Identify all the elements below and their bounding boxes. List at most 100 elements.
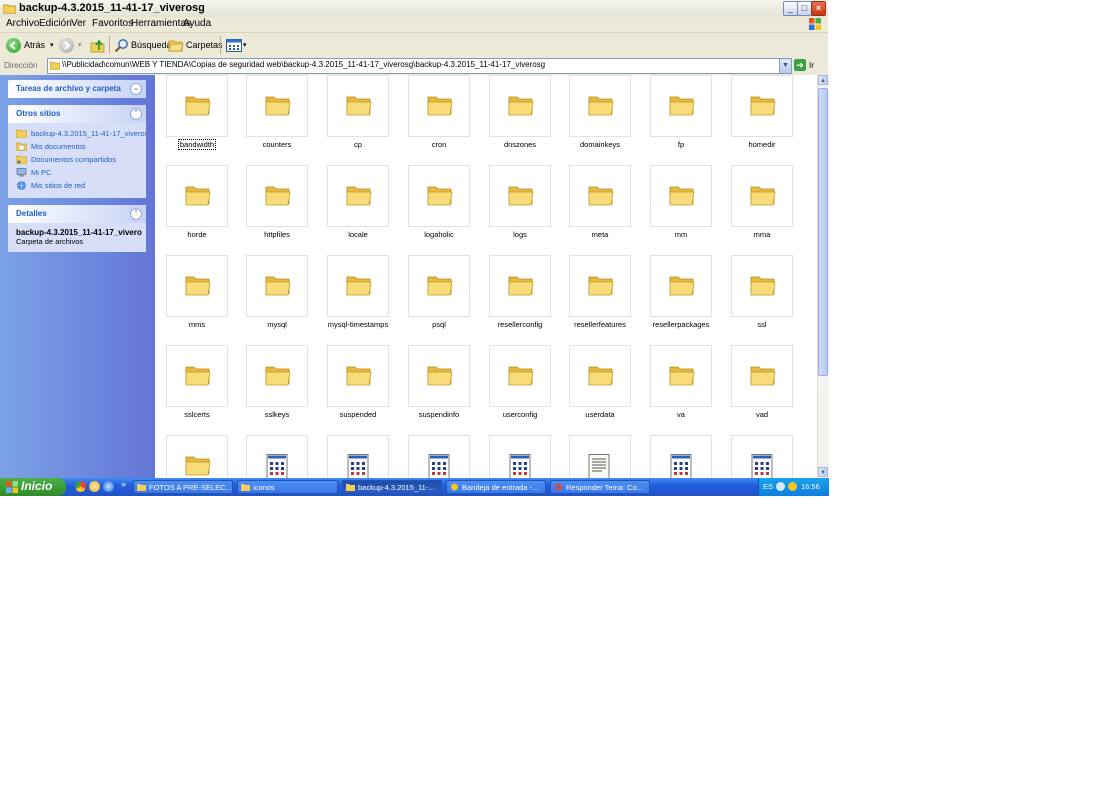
- views-dropdown-icon[interactable]: ▾: [243, 41, 247, 49]
- scroll-up-icon[interactable]: ▲: [818, 75, 828, 85]
- other-place-item[interactable]: Mis sitios de red: [16, 179, 146, 192]
- taskbar-item[interactable]: Responder Tema: Co...: [550, 480, 650, 494]
- folder-item[interactable]: mms: [166, 255, 228, 329]
- folder-item[interactable]: userdata: [569, 345, 631, 419]
- folder-item[interactable]: httpfiles: [246, 165, 308, 239]
- expand-icon[interactable]: ⌄: [130, 83, 142, 95]
- folder-item[interactable]: fp: [650, 75, 712, 149]
- folders-button[interactable]: Carpetas: [168, 36, 223, 54]
- menu-ver[interactable]: Ver: [71, 18, 86, 29]
- file-item[interactable]: [650, 435, 712, 478]
- search-button[interactable]: Búsqueda: [114, 36, 172, 54]
- menu-edicion[interactable]: Edición: [39, 18, 72, 29]
- folder-item[interactable]: mysql: [246, 255, 308, 329]
- ie-icon[interactable]: [103, 481, 114, 492]
- vertical-scrollbar[interactable]: ▲ ▼: [817, 75, 829, 478]
- title-bar[interactable]: backup-4.3.2015_11-41-17_viverosg _ □ ×: [0, 0, 828, 18]
- back-button[interactable]: Atrás ▾: [6, 36, 54, 54]
- folder-item[interactable]: mm: [650, 165, 712, 239]
- other-place-item[interactable]: Documentos compartidos: [16, 153, 146, 166]
- taskbar-item[interactable]: FOTOS A PRE-SELEC...: [133, 480, 233, 494]
- folder-item[interactable]: logaholic: [408, 165, 470, 239]
- up-folder-button[interactable]: [90, 36, 105, 54]
- folder-item[interactable]: userconfig: [489, 345, 551, 419]
- folder-item[interactable]: ssl: [731, 255, 793, 329]
- file-name-label: userconfig: [502, 410, 538, 419]
- tasks-panel-header[interactable]: Tareas de archivo y carpeta ⌄: [8, 80, 146, 98]
- folder-item[interactable]: dnszones: [489, 75, 551, 149]
- folder-item[interactable]: cron: [408, 75, 470, 149]
- address-bar: Dirección \\Publicidad\comun\WEB Y TIEND…: [0, 57, 828, 75]
- folder-item[interactable]: mysql-timestamps: [327, 255, 389, 329]
- folder-item[interactable]: homedir: [731, 75, 793, 149]
- folder-icon: [408, 345, 470, 407]
- messenger-icon[interactable]: [788, 482, 797, 491]
- folder-item[interactable]: domainkeys: [569, 75, 631, 149]
- menu-archivo[interactable]: Archivo: [6, 18, 39, 29]
- network-status-icon[interactable]: [776, 482, 785, 491]
- back-dropdown-icon[interactable]: ▾: [50, 41, 54, 49]
- file-item[interactable]: [246, 435, 308, 478]
- taskbar-item[interactable]: iconos: [237, 480, 338, 494]
- toolbar: Atrás ▾ ▾ Búsqueda Carpetas ▾: [0, 33, 828, 58]
- folder-item[interactable]: mma: [731, 165, 793, 239]
- language-indicator[interactable]: ES: [763, 482, 773, 491]
- folder-item[interactable]: locale: [327, 165, 389, 239]
- folder-item[interactable]: suspendinfo: [408, 345, 470, 419]
- menu-favoritos[interactable]: Favoritos: [92, 18, 133, 29]
- quicklaunch-more-icon[interactable]: »: [121, 479, 126, 489]
- views-button[interactable]: ▾: [226, 36, 247, 54]
- clock[interactable]: 16:56: [801, 482, 820, 491]
- go-arrow-icon[interactable]: ➜: [794, 59, 806, 71]
- folder-item[interactable]: resellerpackages: [650, 255, 712, 329]
- other-places-header[interactable]: Otros sitios ⌃: [8, 105, 146, 123]
- folder-item[interactable]: [166, 435, 228, 478]
- maximize-button[interactable]: □: [797, 1, 812, 16]
- go-button[interactable]: Ir: [809, 61, 814, 70]
- windows-logo-icon: [809, 18, 821, 30]
- file-item[interactable]: [569, 435, 631, 478]
- folder-item[interactable]: va: [650, 345, 712, 419]
- file-item[interactable]: [327, 435, 389, 478]
- file-item[interactable]: [489, 435, 551, 478]
- folder-item[interactable]: vad: [731, 345, 793, 419]
- details-header[interactable]: Detalles ⌃: [8, 205, 146, 223]
- folder-item[interactable]: psql: [408, 255, 470, 329]
- folder-item[interactable]: resellerfeatures: [569, 255, 631, 329]
- folder-item[interactable]: cp: [327, 75, 389, 149]
- other-place-item[interactable]: backup-4.3.2015_11-41-17_viverosg: [16, 127, 146, 140]
- collapse-icon[interactable]: ⌃: [130, 108, 142, 120]
- folder-icon: [650, 165, 712, 227]
- menu-ayuda[interactable]: Ayuda: [183, 18, 211, 29]
- folder-item[interactable]: sslkeys: [246, 345, 308, 419]
- mail-icon[interactable]: [89, 481, 100, 492]
- folder-item[interactable]: horde: [166, 165, 228, 239]
- forward-button[interactable]: ▾: [59, 36, 82, 54]
- close-button[interactable]: ×: [811, 1, 826, 16]
- minimize-button[interactable]: _: [783, 1, 798, 16]
- other-place-item[interactable]: Mis documentos: [16, 140, 146, 153]
- start-button[interactable]: Inicio: [0, 478, 66, 496]
- folder-item[interactable]: bandwidth: [166, 75, 228, 150]
- address-dropdown-icon[interactable]: ▼: [779, 59, 791, 73]
- file-view[interactable]: bandwidth counters cp cron dnszones domainkey…: [155, 75, 817, 478]
- file-item[interactable]: [731, 435, 793, 478]
- scrollbar-thumb[interactable]: [818, 88, 828, 376]
- taskbar-item-active[interactable]: backup-4.3.2015_11-...: [342, 480, 442, 494]
- collapse-icon[interactable]: ⌃: [130, 208, 142, 220]
- taskbar-item[interactable]: Bandeja de entrada -...: [446, 480, 546, 494]
- other-place-item[interactable]: Mi PC: [16, 166, 146, 179]
- forward-dropdown-icon[interactable]: ▾: [78, 41, 82, 49]
- folder-item[interactable]: suspended: [327, 345, 389, 419]
- folder-item[interactable]: resellerconfig: [489, 255, 551, 329]
- address-input[interactable]: \\Publicidad\comun\WEB Y TIENDA\Copias d…: [47, 58, 792, 74]
- folder-item[interactable]: counters: [246, 75, 308, 149]
- chrome-icon[interactable]: [75, 481, 86, 492]
- folder-item[interactable]: sslcerts: [166, 345, 228, 419]
- application-file-icon: [408, 435, 470, 478]
- scroll-down-icon[interactable]: ▼: [818, 467, 828, 477]
- folder-item[interactable]: logs: [489, 165, 551, 239]
- file-name-label: mms: [188, 320, 206, 329]
- folder-item[interactable]: meta: [569, 165, 631, 239]
- file-item[interactable]: [408, 435, 470, 478]
